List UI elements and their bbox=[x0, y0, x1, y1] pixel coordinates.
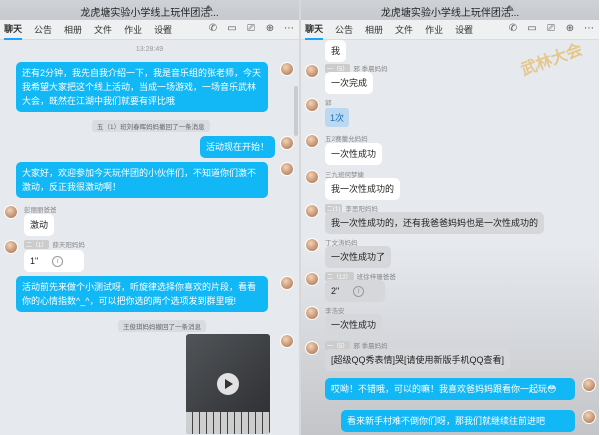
avatar[interactable] bbox=[305, 204, 319, 218]
avatar[interactable] bbox=[280, 62, 294, 76]
message-bubble[interactable]: 激动 bbox=[24, 214, 55, 236]
timestamp: 13:28:49 bbox=[135, 46, 164, 53]
tab-homework[interactable]: 作业 bbox=[124, 20, 142, 39]
screen-share-icon[interactable]: ⎚ bbox=[245, 23, 257, 35]
chevron-down-icon[interactable]: ⌄ bbox=[159, 23, 171, 35]
message-bubble[interactable]: 一次性成功了 bbox=[325, 246, 392, 268]
message-bubble[interactable]: 我一次性成功的，还有我爸爸妈妈也是一次性成功的 bbox=[325, 212, 545, 234]
avatar[interactable] bbox=[280, 162, 294, 176]
avatar[interactable] bbox=[305, 98, 319, 112]
sender-name: 彭丽丽爸爸 bbox=[24, 207, 57, 214]
phone-icon[interactable]: ✆ bbox=[507, 23, 519, 35]
add-member-icon[interactable]: ⊕ bbox=[564, 23, 576, 35]
tab-files[interactable]: 文件 bbox=[395, 20, 413, 39]
tab-chat[interactable]: 聊天 bbox=[305, 19, 324, 40]
title-bar: 龙虎塘实验小学线上玩伴团活... ✎ bbox=[301, 0, 599, 20]
message-bubble[interactable]: 看来新手村难不倒你们呀，那我们就继续往前进吧 bbox=[341, 410, 575, 432]
level-badge: 二（1） bbox=[24, 240, 50, 249]
avatar[interactable] bbox=[280, 334, 294, 348]
video-call-icon[interactable]: ▭ bbox=[526, 23, 538, 35]
avatar[interactable] bbox=[305, 238, 319, 252]
video-call-icon[interactable]: ▭ bbox=[226, 23, 238, 35]
voice-duration: 2" bbox=[331, 286, 340, 296]
piano-keys bbox=[186, 412, 270, 434]
message-bubble[interactable]: 大家好，欢迎参加今天玩伴团的小伙伴们，不知道你们激不激动，反正我很激动啊！ bbox=[16, 162, 268, 198]
voice-duration: 1" bbox=[30, 256, 39, 266]
message-bubble[interactable]: 一次完成 bbox=[325, 72, 374, 94]
message-bubble[interactable]: 我 bbox=[325, 40, 347, 62]
video-thumbnail[interactable] bbox=[186, 334, 270, 434]
screen-share-icon[interactable]: ⎚ bbox=[545, 23, 557, 35]
voice-message[interactable]: 2" ≀ bbox=[325, 280, 385, 302]
recall-notice: 五（1）班刘春晖妈妈撤回了一条消息 bbox=[92, 120, 210, 132]
play-icon[interactable] bbox=[217, 373, 239, 395]
tab-bar: 聊天 公告 相册 文件 作业 设置 ⌄ ✆ ▭ ⎚ ⊕ ⋯ bbox=[0, 20, 299, 40]
more-icon[interactable]: ⋯ bbox=[283, 23, 295, 35]
tab-announcement[interactable]: 公告 bbox=[335, 20, 353, 39]
chat-comparison: 龙虎塘实验小学线上玩伴团活... ✎ 聊天 公告 相册 文件 作业 设置 ⌄ ✆… bbox=[0, 0, 600, 435]
phone-icon[interactable]: ✆ bbox=[207, 23, 219, 35]
message-list[interactable]: 武林大会 我 一（5）邪 季晨妈妈 一次完成 郭 1次 五2赛蕾允妈妈 一次性成… bbox=[301, 40, 599, 435]
tab-bar: 聊天 公告 相册 文件 作业 设置 ⌄ ✆ ▭ ⎚ ⊕ ⋯ bbox=[301, 20, 599, 40]
sender-name-text: 薛天阳妈妈 bbox=[52, 242, 85, 249]
tab-homework[interactable]: 作业 bbox=[425, 20, 443, 39]
avatar[interactable] bbox=[582, 378, 596, 392]
message-bubble[interactable]: 我一次性成功的 bbox=[325, 178, 401, 200]
message-bubble[interactable]: 活动现在开始！ bbox=[200, 136, 276, 158]
message-bubble[interactable]: 活动前先来做个小测试呀，听旋律选择你喜欢的片段，看看你的心情指数^_^，可以把你… bbox=[16, 276, 268, 312]
message-bubble[interactable]: 一次性成功 bbox=[325, 143, 383, 165]
tab-album[interactable]: 相册 bbox=[64, 20, 82, 39]
message-bubble[interactable]: [超级QQ秀表情]哭[请使用新版手机QQ查看] bbox=[325, 349, 511, 371]
message-bubble[interactable]: 哎呦！不错哦，可以的嘛！我喜欢爸妈妈跟看你一起玩😳 bbox=[325, 378, 575, 400]
tab-files[interactable]: 文件 bbox=[94, 20, 112, 39]
sender-name: 郭 bbox=[325, 100, 332, 107]
avatar[interactable] bbox=[305, 306, 319, 320]
avatar[interactable] bbox=[280, 276, 294, 290]
more-icon[interactable]: ⋯ bbox=[583, 23, 595, 35]
avatar[interactable] bbox=[305, 341, 319, 355]
avatar[interactable] bbox=[4, 240, 18, 254]
background-art: 武林大会 bbox=[459, 40, 599, 280]
left-chat-window: 龙虎塘实验小学线上玩伴团活... ✎ 聊天 公告 相册 文件 作业 设置 ⌄ ✆… bbox=[0, 0, 300, 435]
title-bar: 龙虎塘实验小学线上玩伴团活... ✎ bbox=[0, 0, 299, 20]
voice-wave-icon: ≀ bbox=[52, 255, 64, 267]
tab-album[interactable]: 相册 bbox=[365, 20, 383, 39]
message-bubble[interactable]: 一次性成功 bbox=[325, 314, 383, 336]
right-chat-window: 龙虎塘实验小学线上玩伴团活... ✎ 聊天 公告 相册 文件 作业 设置 ⌄ ✆… bbox=[300, 0, 599, 435]
voice-wave-icon: ≀ bbox=[353, 285, 365, 297]
avatar[interactable] bbox=[280, 136, 294, 150]
tab-chat[interactable]: 聊天 bbox=[4, 19, 23, 40]
chevron-down-icon[interactable]: ⌄ bbox=[460, 23, 472, 35]
sender-name: 五2赛蕾允妈妈 bbox=[325, 136, 368, 143]
message-bubble[interactable]: 1次 bbox=[325, 108, 350, 127]
message-list[interactable]: 13:28:49 还有2分钟，我先自我介绍一下，我是音乐组的张老师，今天我希望大… bbox=[0, 40, 299, 435]
add-member-icon[interactable]: ⊕ bbox=[264, 23, 276, 35]
art-caption: 武林大会 bbox=[518, 41, 585, 80]
tab-announcement[interactable]: 公告 bbox=[34, 20, 52, 39]
scrollbar[interactable] bbox=[294, 86, 298, 136]
avatar[interactable] bbox=[305, 272, 319, 286]
recall-notice: 王俊琪妈妈撤回了一条消息 bbox=[118, 320, 206, 332]
window-title: 龙虎塘实验小学线上玩伴团活... bbox=[380, 8, 520, 19]
avatar[interactable] bbox=[305, 64, 319, 78]
avatar[interactable] bbox=[582, 410, 596, 424]
sender-name: 二（1） 薛天阳妈妈 bbox=[24, 239, 85, 249]
avatar[interactable] bbox=[4, 205, 18, 219]
edit-icon[interactable]: ✎ bbox=[507, 4, 517, 14]
avatar[interactable] bbox=[305, 134, 319, 148]
window-title: 龙虎塘实验小学线上玩伴团活... bbox=[80, 8, 219, 19]
message-bubble[interactable]: 还有2分钟，我先自我介绍一下，我是音乐组的张老师，今天我希望大家把这个线上活动，… bbox=[16, 62, 268, 112]
edit-icon[interactable]: ✎ bbox=[206, 4, 216, 14]
voice-message[interactable]: 1" ≀ bbox=[24, 250, 84, 272]
avatar[interactable] bbox=[305, 170, 319, 184]
